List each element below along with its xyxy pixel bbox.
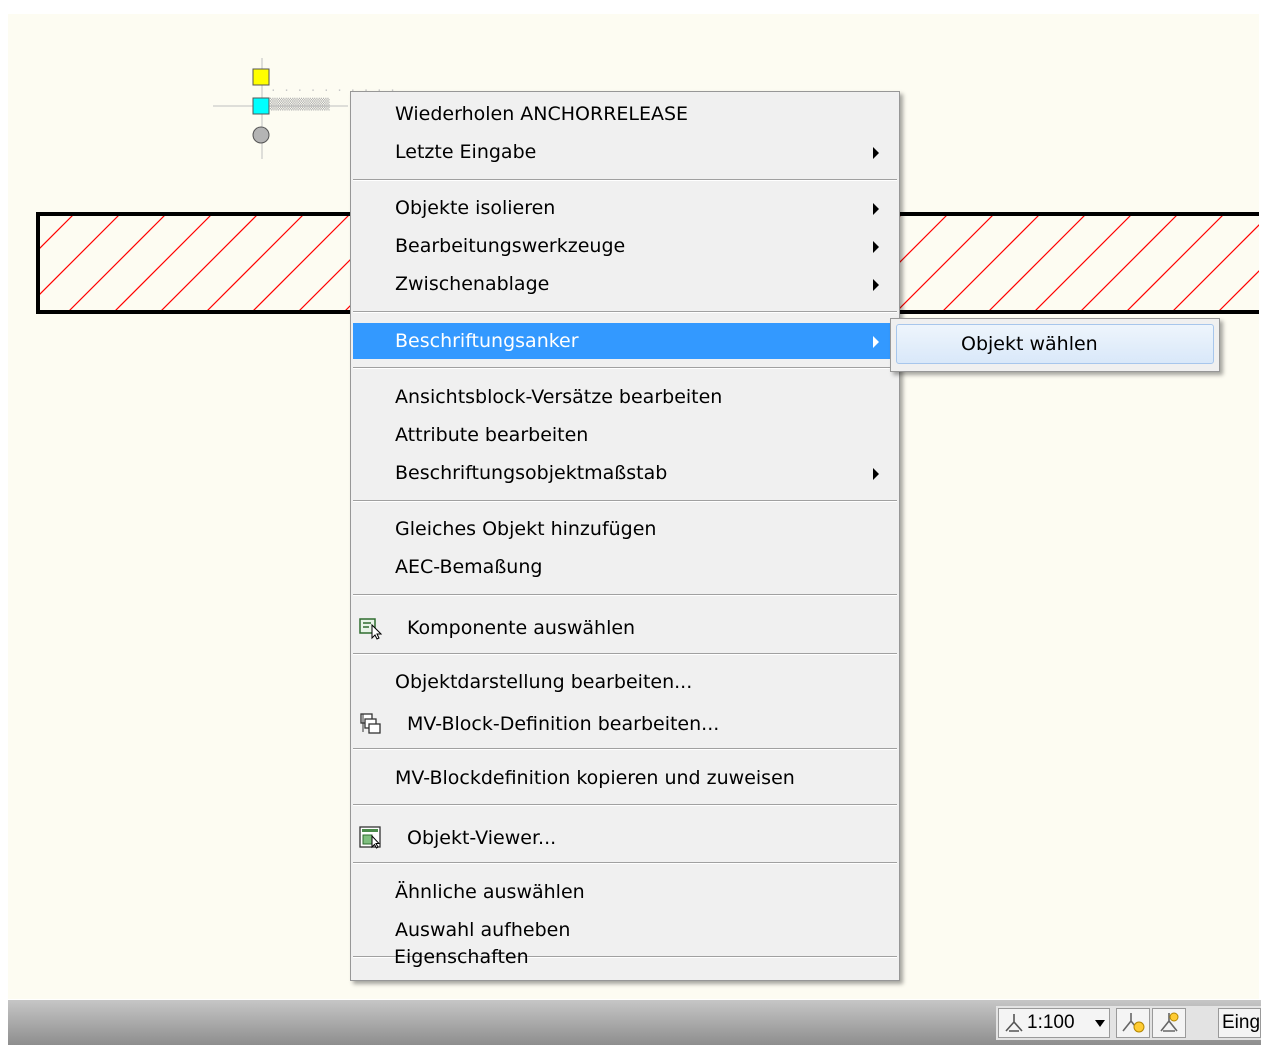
hatch-line xyxy=(113,214,213,312)
submenu-arrow-icon xyxy=(873,241,879,253)
menu-separator xyxy=(353,179,897,181)
grip-yellow[interactable] xyxy=(252,68,270,86)
menu-item-label: Komponente auswählen xyxy=(407,617,636,639)
hatch-line xyxy=(38,214,75,251)
hatch-line xyxy=(205,214,305,312)
menu-item-annotation-anchor[interactable]: Beschriftungsanker xyxy=(353,323,897,359)
menu-item-edit-view-block-offsets[interactable]: Ansichtsblock-Versätze bearbeiten xyxy=(353,379,897,415)
status-bar: 1:100 Eing xyxy=(8,1000,1261,1045)
left-strip xyxy=(0,0,8,1045)
menu-separator xyxy=(353,367,897,369)
menu-separator xyxy=(353,862,897,864)
menu-item-label: Wiederholen ANCHORRELEASE xyxy=(395,103,689,125)
hatch-line xyxy=(895,214,995,312)
chevron-down-icon[interactable] xyxy=(1095,1020,1105,1027)
menu-item-label: Gleiches Objekt hinzufügen xyxy=(395,518,657,540)
menu-item-copy-assign-mv-block[interactable]: MV-Blockdefinition kopieren und zuweisen xyxy=(353,760,897,796)
menu-separator xyxy=(353,500,897,502)
menu-item-properties[interactable]: Eigenschaften xyxy=(352,939,896,975)
annotation-visibility-icon xyxy=(1122,1013,1145,1033)
menu-item-annotation-scale[interactable]: Beschriftungsobjektmaßstab xyxy=(353,455,897,491)
annotation-anchor-submenu: Objekt wählen xyxy=(890,318,1220,372)
menu-separator xyxy=(353,804,897,806)
submenu-arrow-icon xyxy=(873,468,879,480)
menu-item-select-component[interactable]: Komponente auswählen xyxy=(353,610,897,646)
annotation-scale-icon xyxy=(1005,1014,1023,1032)
hatch-line xyxy=(8,214,28,314)
menu-item-edit-mv-block-definition[interactable]: MV-Block-Definition bearbeiten... xyxy=(353,706,897,742)
menu-item-recent-input[interactable]: Letzte Eingabe xyxy=(353,134,897,170)
menu-item-repeat[interactable]: Wiederholen ANCHORRELEASE xyxy=(353,96,897,132)
menu-item-label: Ansichtsblock-Versätze bearbeiten xyxy=(395,386,723,408)
submenu-arrow-icon xyxy=(873,279,879,291)
menu-item-edit-object-display[interactable]: Objektdarstellung bearbeiten... xyxy=(353,664,897,700)
annotation-scale-value: 1:100 xyxy=(1027,1012,1075,1033)
top-strip xyxy=(0,0,1261,14)
menu-item-label: Eigenschaften xyxy=(394,946,529,968)
submenu-arrow-icon xyxy=(873,147,879,159)
submenu-item-select-object[interactable]: Objekt wählen xyxy=(896,324,1214,364)
annotation-visibility-button[interactable] xyxy=(1116,1008,1150,1038)
menu-item-edit-tools[interactable]: Bearbeitungswerkzeuge xyxy=(353,228,897,264)
menu-separator xyxy=(353,653,897,655)
mv-block-icon xyxy=(360,713,381,734)
menu-separator xyxy=(353,748,897,750)
command-input-field[interactable]: Eing xyxy=(1218,1008,1261,1038)
menu-item-object-viewer[interactable]: Objekt-Viewer... xyxy=(353,820,897,856)
hatch-line xyxy=(1217,270,1259,312)
submenu-item-label: Objekt wählen xyxy=(961,333,1098,355)
hatch-line xyxy=(67,214,167,312)
status-tools: 1:100 Eing xyxy=(996,1006,1261,1040)
menu-item-label: Beschriftungsanker xyxy=(395,330,579,352)
annotation-scale-button[interactable]: 1:100 xyxy=(998,1008,1110,1038)
menu-item-label: Bearbeitungswerkzeuge xyxy=(395,235,626,257)
annotation-autoscale-icon xyxy=(1160,1012,1179,1032)
menu-item-select-similar[interactable]: Ähnliche auswählen xyxy=(353,874,897,910)
menu-item-isolate-objects[interactable]: Objekte isolieren xyxy=(353,190,897,226)
submenu-arrow-icon xyxy=(873,336,879,348)
select-component-icon xyxy=(359,618,383,640)
hatch-line xyxy=(1125,214,1225,312)
hatch-line xyxy=(987,214,1087,312)
hatch-line xyxy=(941,214,1041,312)
hatch-line xyxy=(1079,214,1179,312)
menu-separator xyxy=(353,311,897,313)
menu-item-edit-attributes[interactable]: Attribute bearbeiten xyxy=(353,417,897,453)
context-menu: Wiederholen ANCHORRELEASE Letzte Eingabe… xyxy=(350,91,900,981)
grip-circle[interactable] xyxy=(252,126,270,144)
menu-item-label: Zwischenablage xyxy=(395,273,550,295)
menu-item-label: AEC-Bemaßung xyxy=(395,556,543,578)
menu-item-add-selected[interactable]: Gleiches Objekt hinzufügen xyxy=(353,511,897,547)
annotation-autoscale-button[interactable] xyxy=(1152,1008,1186,1038)
menu-item-label: Objektdarstellung bearbeiten... xyxy=(395,671,693,693)
menu-item-label: Objekte isolieren xyxy=(395,197,556,219)
menu-item-aec-dimension[interactable]: AEC-Bemaßung xyxy=(353,549,897,585)
menu-item-clipboard[interactable]: Zwischenablage xyxy=(353,266,897,302)
hatch-line xyxy=(1033,214,1133,312)
hatch-line xyxy=(251,214,351,312)
menu-item-label: MV-Block-Definition bearbeiten... xyxy=(407,713,720,735)
hatch-line xyxy=(1171,224,1259,312)
menu-separator xyxy=(353,594,897,596)
object-viewer-icon xyxy=(359,826,381,849)
menu-item-label: Beschriftungsobjektmaßstab xyxy=(395,462,668,484)
command-input-label: Eing xyxy=(1222,1012,1261,1033)
menu-item-label: Objekt-Viewer... xyxy=(407,827,557,849)
menu-item-label: Letzte Eingabe xyxy=(395,141,537,163)
svg-text:▒▒▒▒▒▒▒▒▒: ▒▒▒▒▒▒▒▒▒ xyxy=(270,97,330,111)
menu-item-label: Attribute bearbeiten xyxy=(395,424,589,446)
grip-cyan[interactable] xyxy=(252,97,270,115)
hatch-line xyxy=(159,214,259,312)
menu-item-label: Ähnliche auswählen xyxy=(395,881,585,903)
hatch-line xyxy=(38,214,121,297)
menu-item-label: MV-Blockdefinition kopieren und zuweisen xyxy=(395,767,795,789)
submenu-arrow-icon xyxy=(873,203,879,215)
